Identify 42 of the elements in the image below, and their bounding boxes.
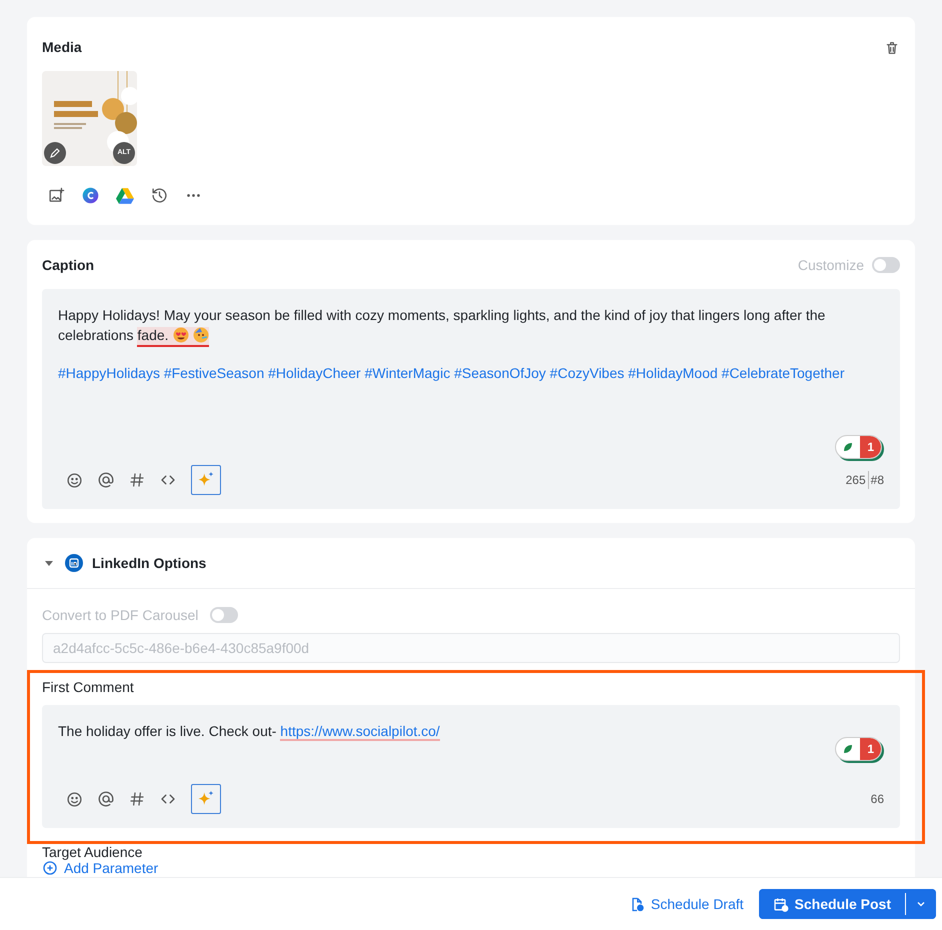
- comment-text: The holiday offer is live. Check out-: [58, 723, 276, 739]
- caption-editor[interactable]: [42, 289, 900, 509]
- character-count: 265: [846, 471, 869, 489]
- comment-editor[interactable]: The holiday offer is live. Check out- https://www.socialpilot.co/ 1 66: [42, 705, 900, 828]
- grammar-badge[interactable]: 1: [835, 435, 882, 459]
- schedule-draft-link[interactable]: Schedule Draft: [628, 894, 744, 914]
- character-count: 66: [870, 791, 884, 808]
- section-title: LinkedIn Options: [92, 554, 206, 573]
- mention-icon[interactable]: [97, 471, 115, 489]
- hashtag-icon[interactable]: [129, 472, 145, 488]
- emoji-icon[interactable]: [66, 472, 83, 488]
- party-emoji-icon: [192, 327, 209, 343]
- heart-eyes-emoji-icon: [172, 327, 189, 343]
- calendar-clock-icon: [772, 896, 789, 912]
- hashtag-count: #8: [870, 472, 884, 489]
- linkedin-icon: [65, 554, 83, 572]
- mention-icon[interactable]: [97, 790, 115, 808]
- plus-circle-icon: [42, 860, 58, 876]
- field-label: Target Audience: [42, 844, 142, 860]
- c-logo-icon[interactable]: [82, 187, 99, 204]
- hashtag-icon[interactable]: [129, 791, 145, 807]
- caption-text: Happy Holidays! May your season be filled with cozy moments, sparkling lights, and the kind of joy that lingers long after the celebrations fade.: [58, 305, 844, 345]
- pencil-icon: [49, 147, 61, 159]
- customize-toggle[interactable]: [872, 257, 900, 273]
- section-title: Caption: [42, 256, 94, 275]
- grammar-badge[interactable]: 1: [835, 737, 882, 761]
- triangle-logo-icon[interactable]: [116, 188, 134, 204]
- hashtags: #HappyHolidays #FestiveSeason #HolidayCheer #WinterMagic #SeasonOfJoy #CozyVibes #HolidayMood #CelebrateTogether: [58, 364, 846, 383]
- ai-assistant-button[interactable]: [191, 784, 221, 814]
- emoji-icon[interactable]: [66, 790, 83, 808]
- option-label: Convert to PDF Carousel: [42, 606, 198, 624]
- ai-assistant-button[interactable]: [191, 465, 221, 495]
- delete-icon[interactable]: [884, 40, 900, 56]
- caret-icon[interactable]: [45, 560, 53, 566]
- history-icon[interactable]: [151, 187, 168, 204]
- field-label: First Comment: [42, 678, 135, 697]
- pdf-carousel-toggle[interactable]: [210, 607, 238, 623]
- section-title: Media: [42, 38, 82, 57]
- comment-link[interactable]: https://www.socialpilot.co/: [280, 723, 440, 741]
- add-image-icon[interactable]: [48, 187, 65, 204]
- add-parameter-link[interactable]: Add Parameter: [42, 860, 158, 876]
- customize-label: Customize: [798, 256, 864, 274]
